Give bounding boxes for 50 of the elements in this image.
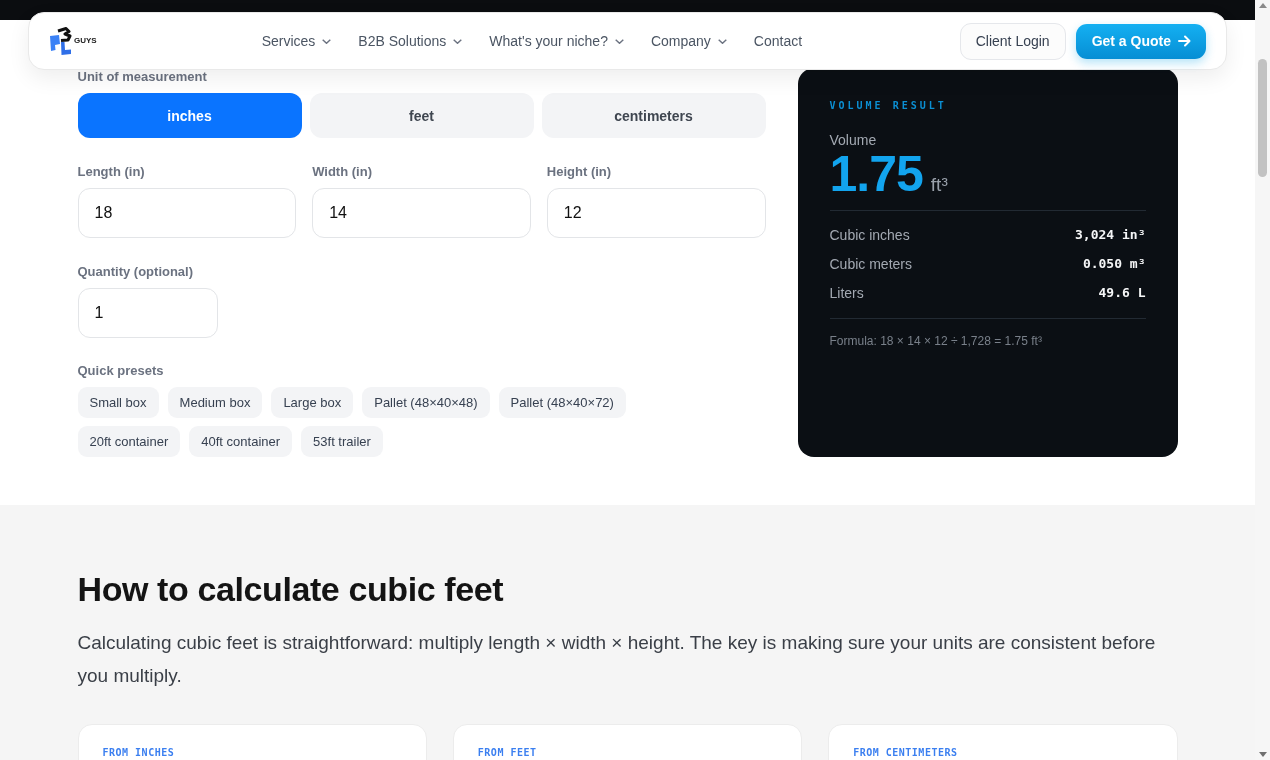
preset-chip[interactable]: Pallet (48×40×72) (498, 387, 626, 418)
field-label: Height (in) (546, 163, 613, 181)
conversion-value: 0.050 m³ (1082, 256, 1146, 271)
logo-icon[interactable] (49, 26, 73, 56)
preset-chip[interactable]: 40ft container (189, 426, 293, 457)
preset-chip[interactable]: Small box (77, 387, 159, 418)
unit-toggle[interactable]: inches (77, 93, 302, 138)
nav-link[interactable]: B2B Solutions (358, 31, 463, 51)
intro-paragraph: Calculating cubic feet is straightforward: multiply length × width × height. The key is making sure your units are consistent before you multiply. (77, 631, 1157, 688)
unit-toggle[interactable]: centimeters (541, 93, 766, 138)
volume-value: 1.75 (829, 149, 923, 199)
logo-wordmark: GUYS (74, 35, 97, 45)
card-eyebrow: FROM FEET (477, 747, 538, 759)
result-eyebrow: VOLUME RESULT (829, 99, 948, 113)
conversion-label: Cubic meters (829, 255, 912, 272)
field-label: Quantity (optional) (77, 263, 195, 281)
preset-chip[interactable]: Pallet (48×40×48) (362, 387, 490, 418)
unit-toggle[interactable]: feet (309, 93, 534, 138)
nav-link[interactable]: Company (650, 31, 727, 51)
nav-link[interactable]: What's your niche? (489, 31, 624, 51)
preset-chip[interactable]: 20ft container (77, 426, 181, 457)
volume-unit: ft³ (930, 174, 948, 196)
card-eyebrow: FROM INCHES (102, 747, 176, 759)
input-field[interactable]: 18 (77, 188, 297, 238)
field-label: Width (in) (312, 163, 373, 181)
conversion-label: Cubic inches (829, 226, 910, 243)
nav-link[interactable]: Contact (753, 31, 803, 51)
field-label: Length (in) (77, 163, 146, 181)
scrollbar-track[interactable] (1255, 0, 1270, 760)
input-field[interactable]: 12 (546, 188, 766, 238)
conversion-value: 3,024 in³ (1075, 227, 1146, 242)
formula-text: Formula: 18 × 14 × 12 ÷ 1,728 = 1.75 ft³ (829, 333, 1043, 349)
scrollbar-thumb[interactable] (1258, 59, 1267, 177)
scroll-up-arrow-icon[interactable] (1258, 3, 1267, 8)
field-label: Quick presets (77, 362, 165, 380)
preset-chip[interactable]: 53ft trailer (301, 426, 383, 457)
arrow-right-icon (1178, 35, 1191, 47)
input-field[interactable]: 1 (77, 288, 218, 338)
nav-link[interactable]: Services (261, 31, 332, 51)
section-heading: How to calculate cubic feet (77, 569, 505, 610)
preset-chip[interactable]: Large box (271, 387, 354, 418)
preset-chip[interactable]: Medium box (167, 387, 263, 418)
card-eyebrow: FROM CENTIMETERS (853, 747, 959, 759)
field-label: Unit of measurement (77, 68, 208, 86)
scroll-down-arrow-icon[interactable] (1258, 752, 1267, 757)
client-login-button[interactable]: Client Login (959, 22, 1066, 60)
input-field[interactable]: 14 (312, 188, 531, 238)
conversion-label: Liters (829, 284, 864, 301)
conversion-value: 49.6 L (1098, 285, 1146, 300)
volume-label: Volume (829, 131, 878, 149)
